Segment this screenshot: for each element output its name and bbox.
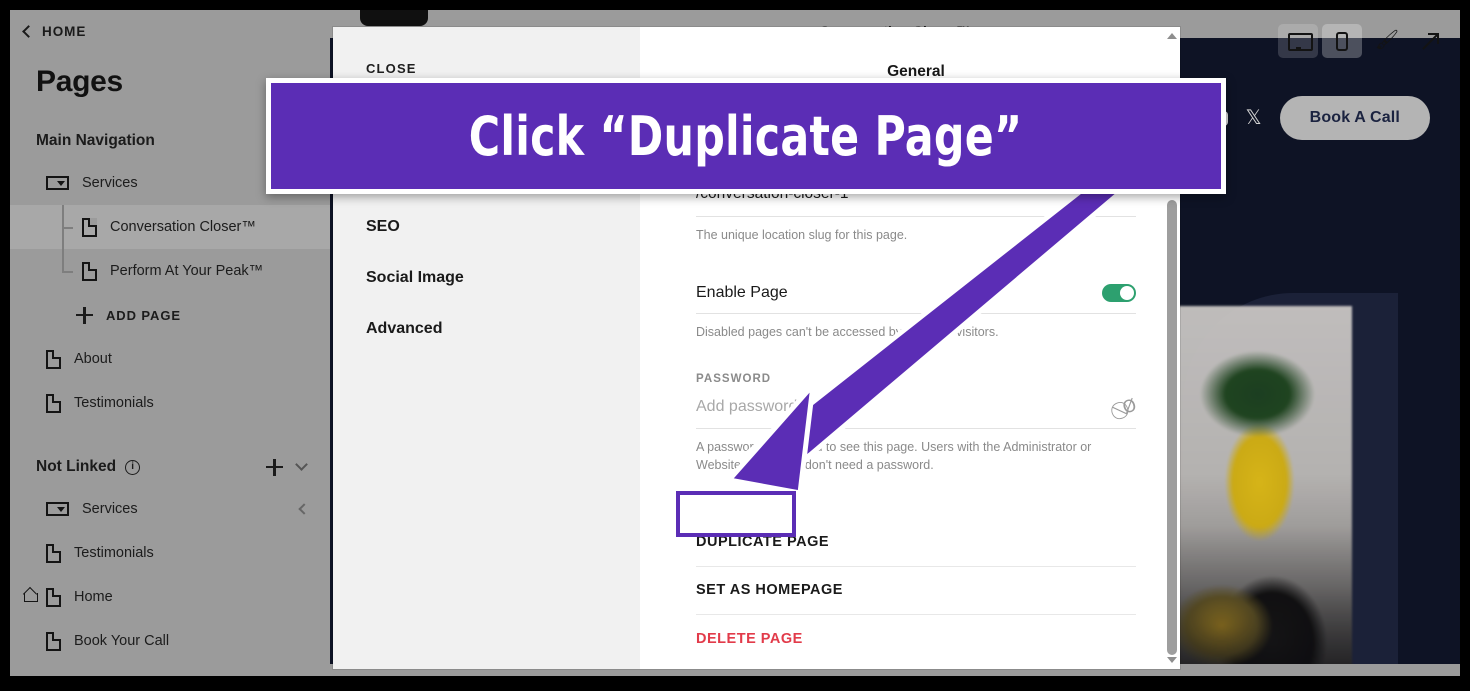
scrollbar-thumb[interactable] (1167, 200, 1177, 655)
sidebar-item-label: Testimonials (74, 545, 154, 561)
sidebar-item-label: Perform At Your Peak™ (110, 263, 264, 279)
duplicate-page-highlight (676, 491, 796, 537)
tree-line (62, 249, 64, 271)
add-page-label: ADD PAGE (106, 307, 181, 323)
scroll-up-arrow[interactable] (1167, 33, 1177, 39)
enable-page-label: Enable Page (696, 284, 788, 302)
enable-page-toggle[interactable] (1102, 284, 1136, 303)
sidebar-item-label: Services (82, 175, 138, 191)
back-to-home-link[interactable]: HOME (10, 10, 330, 39)
plus-icon (76, 306, 93, 324)
tree-tick (62, 271, 73, 273)
sidebar-item-label: Home (74, 589, 113, 605)
sidebar-item-perform-at-your-peak[interactable]: Perform At Your Peak™ (10, 249, 330, 293)
monitor-icon (1287, 32, 1313, 51)
password-hint: A password is required to see this page.… (696, 440, 1092, 473)
page-icon (46, 393, 61, 413)
group-header-not-linked: Not Linked i (10, 447, 330, 487)
set-as-homepage-button[interactable]: SET AS HOMEPAGE (696, 567, 1136, 615)
phone-icon (1336, 31, 1348, 51)
chevron-left-icon (22, 24, 35, 38)
slug-hint: The unique location slug for this page. (696, 228, 908, 242)
external-link-icon (1422, 32, 1439, 50)
book-a-call-button[interactable]: Book A Call (1279, 96, 1430, 140)
open-site-button[interactable] (1410, 24, 1450, 58)
folder-dropdown-icon (46, 176, 69, 190)
mobile-view-button[interactable] (1322, 24, 1362, 58)
chevron-down-icon[interactable] (295, 458, 308, 471)
chevron-left-icon[interactable] (298, 503, 310, 515)
close-modal-button[interactable]: CLOSE (366, 61, 640, 76)
site-nav: 𝕏 Book A Call (1205, 96, 1430, 140)
modal-nav-item-social-image[interactable]: Social Image (366, 269, 640, 287)
enable-page-hint: Disabled pages can't be accessed by your… (696, 325, 999, 340)
group-label: Main Navigation (36, 132, 155, 149)
page-icon (46, 631, 61, 651)
sidebar-item-label: Book Your Call (74, 633, 170, 649)
sidebar-item-label: Testimonials (74, 395, 154, 411)
sidebar-item-home[interactable]: Home (10, 575, 330, 619)
sidebar-item-testimonials-notlinked[interactable]: Testimonials (10, 531, 330, 575)
sidebar-item-services-notlinked[interactable]: Services (10, 487, 330, 531)
sidebar-item-label: About (74, 351, 112, 367)
eye-off-icon[interactable]: ⃠Ø (1120, 396, 1139, 419)
password-input[interactable]: Add password... (696, 398, 811, 416)
paintbrush-icon: 🖌 (1375, 30, 1400, 51)
page-icon (46, 543, 61, 563)
desktop-view-button[interactable] (1278, 24, 1318, 58)
scroll-down-arrow[interactable] (1167, 657, 1177, 663)
page-icon (82, 261, 97, 281)
add-page-button[interactable]: ADD PAGE (10, 293, 330, 337)
tree-tick (62, 227, 73, 229)
back-to-home-label: HOME (42, 24, 87, 39)
info-icon[interactable]: i (125, 459, 141, 475)
sidebar-item-about[interactable]: About (10, 337, 330, 381)
instruction-banner: Click “Duplicate Page” (266, 78, 1226, 194)
sidebar-item-book-your-call[interactable]: Book Your Call (10, 619, 330, 663)
x-twitter-icon[interactable]: 𝕏 (1246, 108, 1262, 128)
sidebar-item-conversation-closer[interactable]: Conversation Closer™ (10, 205, 330, 249)
modal-nav-item-advanced[interactable]: Advanced (366, 320, 640, 338)
preview-toolbar: 🖌 (1278, 24, 1450, 58)
group-label: Not Linked (36, 458, 117, 475)
password-field[interactable]: Add password... ⃠Ø (696, 396, 1139, 430)
page-icon (46, 349, 61, 369)
page-icon (82, 217, 97, 237)
screenshot-root: Conversation Closer™ 𝕏 Book A Call exper… (0, 0, 1470, 691)
modal-title: General (887, 63, 945, 80)
sidebar-item-testimonials-main[interactable]: Testimonials (10, 381, 330, 425)
instruction-text: Click “Duplicate Page” (469, 104, 1023, 168)
sidebar-item-label: Services (82, 501, 138, 517)
modal-nav-item-seo[interactable]: SEO (366, 218, 640, 236)
add-page-to-not-linked-button[interactable] (266, 458, 283, 476)
delete-page-button[interactable]: DELETE PAGE (696, 615, 1136, 663)
sidebar-item-label: Conversation Closer™ (110, 219, 256, 235)
design-button[interactable]: 🖌 (1366, 24, 1406, 58)
page-icon (46, 587, 61, 607)
enable-page-row: Enable Page (696, 284, 1136, 315)
password-label: PASSWORD (696, 373, 772, 386)
folder-dropdown-icon (46, 502, 69, 516)
